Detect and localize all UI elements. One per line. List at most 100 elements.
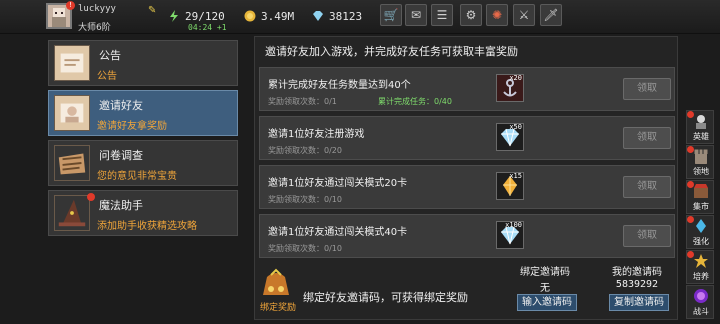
sidebar-item-magic-assistant[interactable]: 魔法助手 添加助手收获精选攻略 bbox=[48, 190, 238, 236]
mail-icon: ✉ bbox=[410, 8, 422, 22]
sidebar-item-announcement[interactable]: 公告 公告 bbox=[48, 40, 238, 86]
market-icon bbox=[694, 184, 708, 198]
gold-value: 3.49M bbox=[261, 9, 295, 23]
notification-dot bbox=[87, 193, 95, 201]
shop-button[interactable]: 🛒 bbox=[380, 4, 402, 26]
reward-bag-icon bbox=[263, 268, 289, 295]
chat-icon: ☰ bbox=[436, 8, 448, 22]
nav-label: 英雄 bbox=[693, 132, 709, 141]
battle-portal-icon bbox=[694, 289, 708, 303]
enhance-icon bbox=[696, 219, 706, 233]
survey-icon bbox=[54, 145, 90, 181]
claim-button[interactable]: 领取 bbox=[623, 225, 671, 247]
nav-label: 强化 bbox=[693, 237, 709, 246]
nav-label: 集市 bbox=[693, 202, 709, 211]
energy-value: 29/120 bbox=[185, 9, 225, 23]
nav-label: 领地 bbox=[693, 167, 709, 176]
sidebar-item-invite-friends[interactable]: 邀请好友 邀请好友拿奖励 bbox=[48, 90, 238, 136]
my-code-header: 我的邀请码 bbox=[612, 267, 662, 278]
gem-value: 38123 bbox=[329, 9, 363, 23]
energy-counter: 29/120 bbox=[168, 8, 225, 24]
player-avatar[interactable]: ! bbox=[46, 1, 75, 29]
gem-counter: 38123 bbox=[312, 8, 362, 24]
gem-icon bbox=[313, 11, 323, 21]
settings-button[interactable]: ⚙ bbox=[460, 4, 482, 26]
gold-coin-icon bbox=[244, 10, 256, 22]
lucky-wheel-button[interactable]: ✺ bbox=[486, 4, 508, 26]
copy-invite-code-button[interactable]: 复制邀请码 bbox=[609, 294, 669, 311]
sidebar-item-title: 魔法助手 bbox=[99, 199, 143, 212]
reward-quantity: x50 bbox=[509, 123, 522, 131]
task-row: 累计完成好友任务数量达到40个 奖励领取次数：0/1 累计完成任务：0/40 x… bbox=[259, 67, 675, 111]
nav-label: 培养 bbox=[693, 272, 709, 281]
task-reward[interactable]: x20 bbox=[496, 74, 524, 102]
nav-territory[interactable]: 领地 bbox=[686, 145, 714, 179]
settings-icon: ⚙ bbox=[465, 8, 477, 22]
sidebar-item-subtitle: 公告 bbox=[97, 71, 117, 82]
reward-quantity: x15 bbox=[509, 172, 522, 180]
top-bar: ! luckyyy 大师6阶 ✎ 29/120 04:24 +1 3.49M 3… bbox=[0, 0, 720, 34]
bind-reward-text: 绑定好友邀请码，可获得绑定奖励 bbox=[303, 291, 468, 304]
invite-friends-icon bbox=[54, 95, 90, 131]
nav-label: 战斗 bbox=[693, 307, 709, 316]
nav-enhance[interactable]: 强化 bbox=[686, 215, 714, 249]
equipment-icon: ⚔ bbox=[518, 8, 530, 22]
avatar-alert-badge: ! bbox=[66, 1, 75, 10]
reward-quantity: x20 bbox=[509, 74, 522, 82]
chat-button[interactable]: ☰ bbox=[431, 4, 453, 26]
sidebar-item-title: 公告 bbox=[99, 49, 121, 62]
nav-hero[interactable]: 英雄 bbox=[686, 110, 714, 144]
task-row: 邀请1位好友通过闯关模式20卡 奖励领取次数：0/10 x15 领取 bbox=[259, 165, 675, 209]
battle-button[interactable]: 🗡 bbox=[540, 4, 562, 26]
sidebar-item-subtitle: 邀请好友拿奖励 bbox=[97, 121, 167, 132]
energy-icon bbox=[170, 10, 178, 22]
my-code-value: 5839292 bbox=[615, 279, 659, 290]
claim-button[interactable]: 领取 bbox=[623, 78, 671, 100]
task-progress: 累计完成任务：0/40 bbox=[378, 97, 452, 106]
bound-code-value: 无 bbox=[540, 283, 550, 294]
nav-cultivate[interactable]: 培养 bbox=[686, 250, 714, 284]
task-title: 邀请1位好友通过闯关模式40卡 bbox=[268, 227, 408, 238]
task-title: 累计完成好友任务数量达到40个 bbox=[268, 80, 411, 91]
wheel-icon: ✺ bbox=[491, 8, 503, 22]
task-reward[interactable]: x100 bbox=[496, 221, 524, 249]
edit-name-icon[interactable]: ✎ bbox=[148, 5, 159, 16]
sidebar-item-survey[interactable]: 问卷调查 您的意见非常宝贵 bbox=[48, 140, 238, 186]
player-rank: 大师6阶 bbox=[78, 23, 111, 33]
username: luckyyy bbox=[78, 4, 116, 14]
nav-battle[interactable]: 战斗 bbox=[686, 285, 714, 319]
announcement-icon bbox=[54, 45, 90, 81]
castle-icon bbox=[694, 149, 708, 164]
cart-icon: 🛒 bbox=[383, 8, 399, 22]
cultivate-icon bbox=[694, 254, 708, 268]
reward-quantity: x100 bbox=[505, 221, 522, 229]
task-claim-count: 奖励领取次数：0/10 bbox=[268, 244, 342, 253]
nav-market[interactable]: 集市 bbox=[686, 180, 714, 214]
task-claim-count: 奖励领取次数：0/1 bbox=[268, 97, 337, 106]
task-claim-count: 奖励领取次数：0/10 bbox=[268, 195, 342, 204]
task-reward[interactable]: x50 bbox=[496, 123, 524, 151]
sword-icon: 🗡 bbox=[543, 8, 559, 22]
task-title: 邀请1位好友注册游戏 bbox=[268, 129, 365, 140]
task-row: 邀请1位好友注册游戏 奖励领取次数：0/20 x50 领取 bbox=[259, 116, 675, 160]
task-reward[interactable]: x15 bbox=[496, 172, 524, 200]
sidebar-item-title: 问卷调查 bbox=[99, 149, 143, 162]
enter-invite-code-button[interactable]: 输入邀请码 bbox=[517, 294, 577, 311]
invite-banner-text: 邀请好友加入游戏，并完成好友任务可获取丰富奖励 bbox=[265, 45, 518, 58]
task-claim-count: 奖励领取次数：0/20 bbox=[268, 146, 342, 155]
claim-button[interactable]: 领取 bbox=[623, 127, 671, 149]
hero-icon bbox=[696, 115, 706, 129]
energy-timer: 04:24 +1 bbox=[188, 23, 227, 32]
bound-code-header: 绑定邀请码 bbox=[520, 267, 570, 278]
equipment-button[interactable]: ⚔ bbox=[513, 4, 535, 26]
gold-counter: 3.49M bbox=[244, 8, 294, 24]
bind-reward-label: 绑定奖励 bbox=[260, 303, 297, 313]
task-row: 邀请1位好友通过闯关模式40卡 奖励领取次数：0/10 x100 领取 bbox=[259, 214, 675, 258]
sidebar-item-title: 邀请好友 bbox=[99, 99, 143, 112]
task-title: 邀请1位好友通过闯关模式20卡 bbox=[268, 178, 408, 189]
sidebar-item-subtitle: 添加助手收获精选攻略 bbox=[97, 221, 197, 232]
mail-button[interactable]: ✉ bbox=[405, 4, 427, 26]
sidebar-item-subtitle: 您的意见非常宝贵 bbox=[97, 171, 177, 182]
wizard-hat-icon bbox=[54, 195, 90, 231]
claim-button[interactable]: 领取 bbox=[623, 176, 671, 198]
